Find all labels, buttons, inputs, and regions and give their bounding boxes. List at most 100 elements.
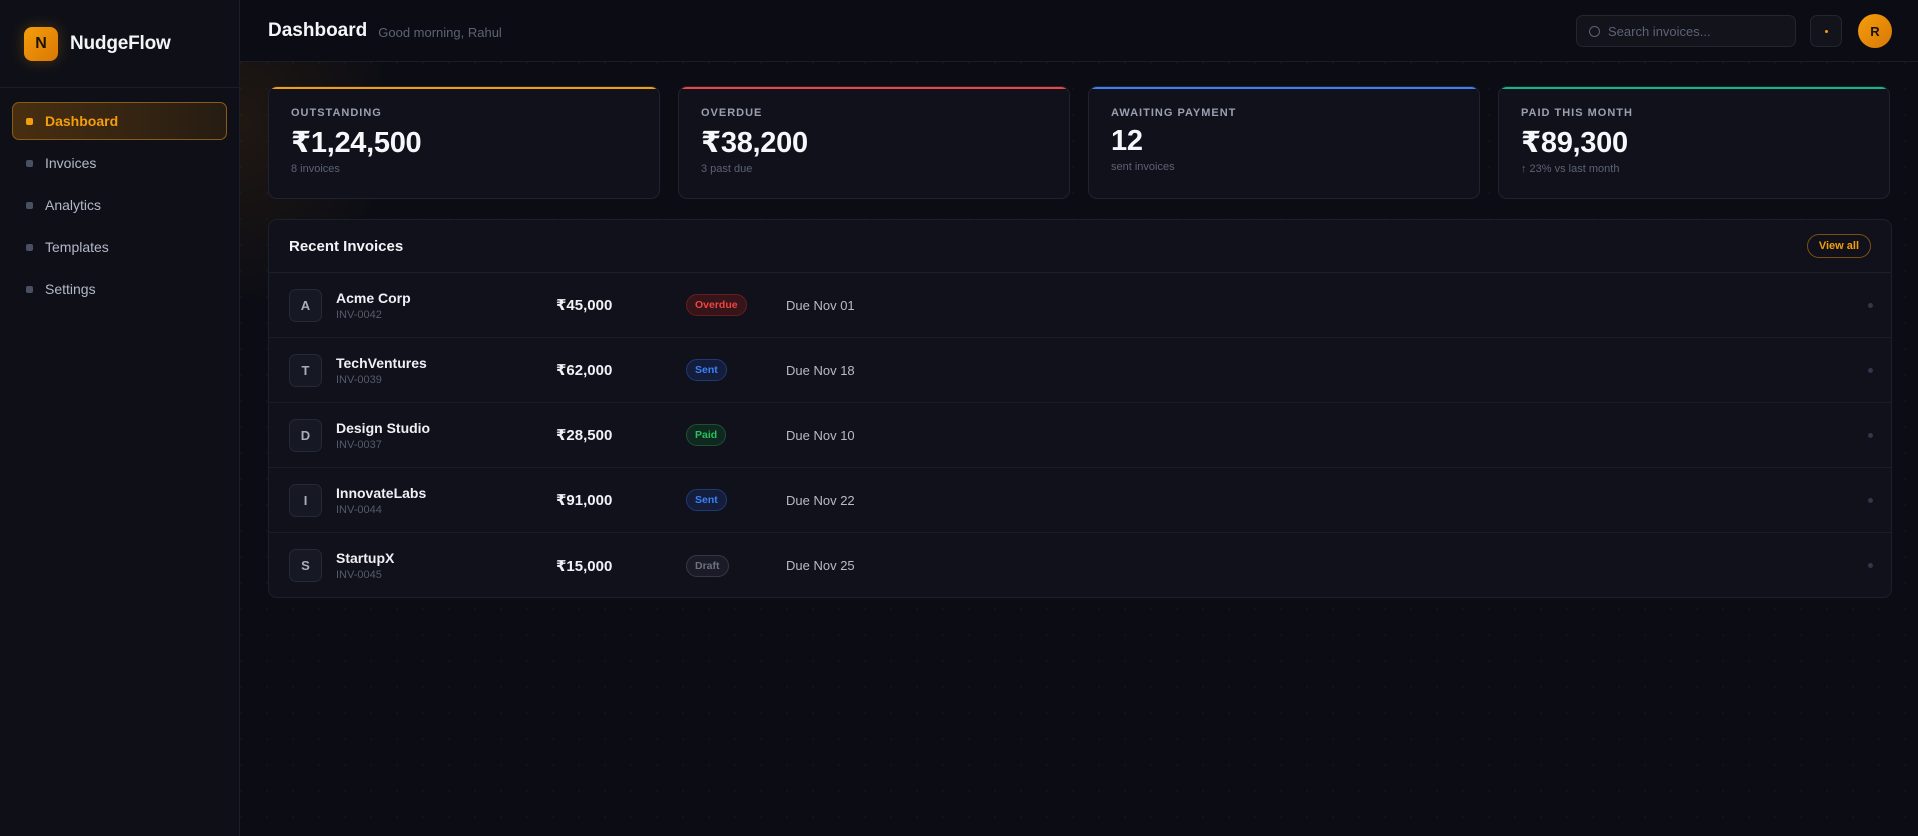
sidebar-item-templates[interactable]: Templates: [12, 228, 227, 266]
nav-dot-icon: [26, 201, 33, 209]
status-cell: Overdue: [686, 294, 786, 316]
client-info: StartupX INV-0045: [336, 550, 556, 581]
status-badge: Draft: [686, 554, 729, 577]
invoice-row[interactable]: I InnovateLabs INV-0044 ₹91,000 Sent Due…: [269, 468, 1891, 533]
client-initial-avatar: T: [289, 353, 322, 387]
due-date: Due Nov 01: [786, 297, 855, 313]
client-info: Acme Corp INV-0042: [336, 290, 556, 321]
sidebar-item-label: Dashboard: [45, 113, 119, 129]
recent-invoices-title: Recent Invoices: [289, 237, 404, 255]
client-info: Design Studio INV-0037: [336, 420, 556, 451]
sidebar: N NudgeFlow Dashboard Invoices Analytics…: [0, 0, 240, 836]
notification-dot-icon: [1824, 29, 1828, 33]
greeting-text: Good morning, Rahul: [378, 24, 502, 40]
user-avatar[interactable]: R: [1858, 14, 1892, 48]
stat-value: 12: [1111, 125, 1143, 157]
status-badge: Paid: [686, 424, 727, 446]
sidebar-item-analytics[interactable]: Analytics: [12, 186, 227, 224]
invoice-row[interactable]: D Design Studio INV-0037 ₹28,500 Paid Du…: [269, 403, 1891, 468]
search-icon: [1589, 25, 1600, 37]
due-date: Due Nov 18: [786, 362, 855, 378]
status-badge: Sent: [686, 489, 727, 511]
client-initial-avatar: I: [289, 483, 322, 517]
invoice-id: INV-0045: [336, 569, 382, 581]
row-menu-icon[interactable]: [1868, 303, 1873, 308]
stat-card-paid-this-month: PAID THIS MONTH ₹89,300 ↑ 23% vs last mo…: [1498, 86, 1890, 199]
search-box[interactable]: [1576, 15, 1796, 47]
stat-card-outstanding: OUTSTANDING ₹1,24,500 8 invoices: [268, 86, 660, 199]
client-initial-avatar: D: [289, 418, 322, 452]
row-menu-icon[interactable]: [1868, 368, 1873, 373]
stat-value: ₹1,24,500: [291, 127, 422, 159]
recent-invoices-header: Recent Invoices View all: [269, 220, 1891, 273]
invoice-amount: ₹15,000: [556, 557, 613, 575]
stats-row: OUTSTANDING ₹1,24,500 8 invoices OVERDUE…: [268, 86, 1890, 199]
invoice-amount: ₹28,500: [556, 427, 613, 444]
client-name: TechVentures: [336, 354, 427, 371]
stat-subtext: 3 past due: [701, 163, 753, 175]
sidebar-item-label: Templates: [45, 239, 109, 255]
row-menu-icon[interactable]: [1868, 433, 1873, 438]
client-name: Design Studio: [336, 419, 431, 436]
brand-logo-icon: N: [24, 26, 58, 61]
stat-card-awaiting-payment: AWAITING PAYMENT 12 sent invoices: [1088, 86, 1480, 199]
due-date: Due Nov 10: [786, 427, 855, 443]
stat-subtext: 8 invoices: [291, 163, 340, 175]
invoice-id: INV-0044: [336, 503, 382, 516]
invoice-amount: ₹45,000: [556, 297, 613, 314]
client-name: InnovateLabs: [336, 484, 427, 501]
invoice-amount: ₹62,000: [556, 362, 613, 379]
invoice-row[interactable]: T TechVentures INV-0039 ₹62,000 Sent Due…: [269, 338, 1891, 403]
sidebar-item-settings[interactable]: Settings: [12, 270, 227, 308]
sidebar-item-label: Invoices: [45, 155, 97, 171]
notification-button[interactable]: [1810, 15, 1842, 47]
stat-label: OUTSTANDING: [291, 107, 382, 119]
brand-name: NudgeFlow: [70, 32, 171, 54]
due-date: Due Nov 22: [786, 492, 855, 508]
invoice-id: INV-0037: [336, 438, 382, 451]
status-cell: Paid: [686, 424, 786, 446]
status-cell: Draft: [686, 554, 786, 577]
invoice-id: INV-0039: [336, 373, 382, 386]
brand[interactable]: N NudgeFlow: [0, 0, 239, 88]
due-date: Due Nov 25: [786, 558, 855, 573]
nav-dot-icon: [26, 159, 33, 167]
client-info: TechVentures INV-0039: [336, 355, 556, 386]
stat-label: AWAITING PAYMENT: [1111, 107, 1237, 119]
sidebar-item-invoices[interactable]: Invoices: [12, 144, 227, 182]
sidebar-nav: Dashboard Invoices Analytics Templates S…: [0, 88, 239, 308]
client-name: StartupX: [336, 550, 395, 566]
status-badge: Overdue: [686, 294, 747, 316]
main-content: OUTSTANDING ₹1,24,500 8 invoices OVERDUE…: [240, 62, 1918, 836]
stat-label: PAID THIS MONTH: [1521, 107, 1633, 119]
view-all-button[interactable]: View all: [1806, 234, 1871, 258]
stat-subtext: sent invoices: [1111, 161, 1175, 173]
row-menu-icon[interactable]: [1868, 498, 1873, 503]
invoice-row[interactable]: A Acme Corp INV-0042 ₹45,000 Overdue Due…: [269, 273, 1891, 338]
status-cell: Sent: [686, 359, 786, 381]
sidebar-item-dashboard[interactable]: Dashboard: [12, 102, 227, 140]
search-input[interactable]: [1608, 23, 1788, 39]
sidebar-item-label: Analytics: [45, 197, 102, 213]
invoice-row[interactable]: S StartupX INV-0045 ₹15,000 Draft Due No…: [269, 533, 1891, 597]
stat-subtext: ↑ 23% vs last month: [1521, 163, 1620, 175]
client-initial-avatar: A: [289, 288, 322, 322]
status-badge: Sent: [686, 359, 727, 381]
client-initial-avatar: S: [289, 549, 322, 582]
app: N NudgeFlow Dashboard Invoices Analytics…: [0, 0, 1918, 836]
status-cell: Sent: [686, 489, 786, 511]
invoice-amount: ₹91,000: [556, 492, 613, 509]
stat-value: ₹89,300: [1521, 127, 1628, 159]
page-title: Dashboard: [268, 19, 368, 41]
client-info: InnovateLabs INV-0044: [336, 485, 556, 516]
nav-dot-icon: [26, 285, 33, 293]
sidebar-item-label: Settings: [45, 281, 96, 297]
nav-dot-icon: [26, 117, 33, 125]
topbar: Dashboard Good morning, Rahul R: [240, 0, 1918, 62]
client-name: Acme Corp: [336, 289, 411, 306]
recent-invoices-panel: Recent Invoices View all A Acme Corp INV…: [268, 219, 1892, 598]
nav-dot-icon: [26, 243, 33, 251]
row-menu-icon[interactable]: [1868, 563, 1873, 568]
stat-card-overdue: OVERDUE ₹38,200 3 past due: [678, 86, 1070, 199]
stat-value: ₹38,200: [701, 127, 808, 159]
